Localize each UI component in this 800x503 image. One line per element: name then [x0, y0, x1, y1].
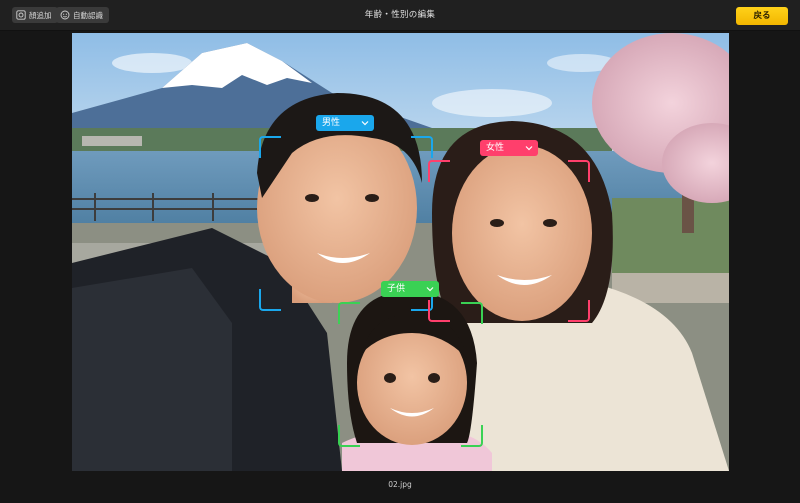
face-box-corner: [338, 425, 360, 447]
gender-tag-male[interactable]: 男性: [316, 115, 374, 131]
back-button[interactable]: 戻る: [736, 7, 788, 25]
chevron-down-icon: [426, 287, 434, 292]
add-face-button[interactable]: 顔追加: [12, 7, 58, 23]
auto-detect-label: 自動認識: [73, 10, 103, 20]
gender-tag-label: 子供: [387, 284, 406, 294]
face-box-corner: [428, 160, 450, 182]
face-box-corner: [461, 425, 483, 447]
gender-tag-female[interactable]: 女性: [480, 140, 538, 156]
face-box-corner: [568, 300, 590, 322]
photo-canvas[interactable]: 男性 女性 子供: [72, 33, 729, 471]
face-box-corner: [338, 302, 360, 324]
face-box-corner: [461, 302, 483, 324]
page-title: 年齢・性別の編集: [364, 10, 436, 20]
file-name: 02.jpg: [388, 480, 412, 489]
gender-tag-label: 男性: [322, 118, 341, 128]
face-add-icon: [16, 10, 26, 20]
gender-tag-child[interactable]: 子供: [381, 281, 439, 297]
add-face-label: 顔追加: [29, 10, 52, 20]
face-box-child[interactable]: [338, 302, 483, 447]
auto-detect-button[interactable]: 自動認識: [56, 7, 109, 23]
face-box-corner: [568, 160, 590, 182]
face-scan-icon: [60, 10, 70, 20]
face-box-female[interactable]: [428, 160, 590, 322]
gender-tag-label: 女性: [486, 143, 505, 153]
top-toolbar: 顔追加 自動認識 年齢・性別の編集 戻る: [0, 0, 800, 31]
chevron-down-icon: [525, 146, 533, 151]
face-box-corner: [259, 136, 281, 158]
face-box-corner: [259, 289, 281, 311]
chevron-down-icon: [361, 121, 369, 126]
face-box-corner: [411, 136, 433, 158]
